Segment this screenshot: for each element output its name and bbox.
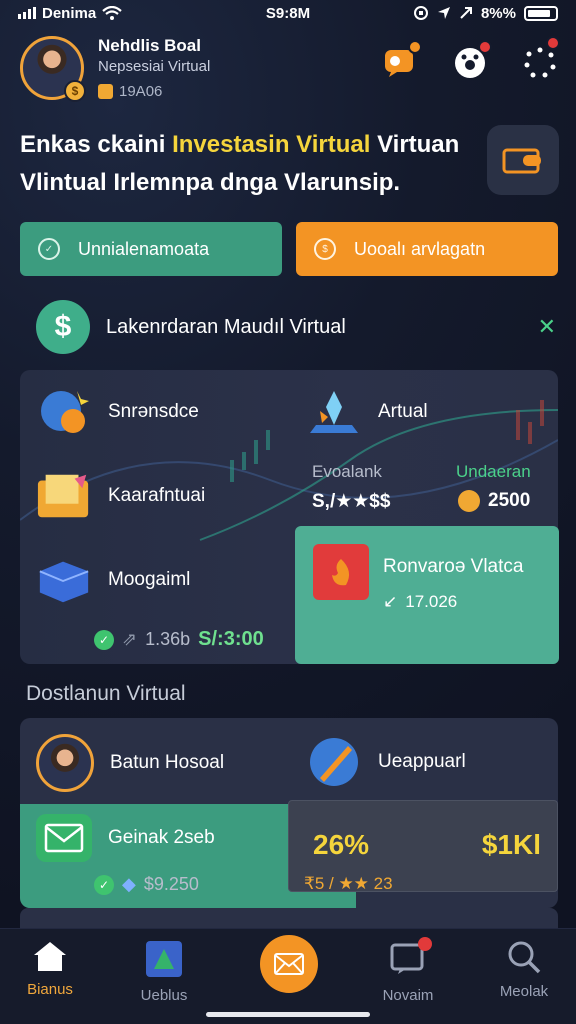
profile-points: 19A06	[119, 83, 163, 100]
flame-icon	[313, 544, 369, 600]
notifications-button[interactable]	[452, 40, 492, 80]
tab-home-label: Bianus	[27, 981, 73, 998]
mail-icon	[274, 953, 304, 975]
stat-right-row: 2500	[458, 490, 530, 512]
secondary-action-button[interactable]: $ Uooalı arvlagatn	[296, 222, 558, 276]
highlight-value: 17.026	[405, 592, 458, 611]
mail-icon	[36, 814, 92, 862]
menu-button[interactable]	[522, 36, 560, 80]
mail-item[interactable]: Geinak 2seb	[36, 814, 215, 862]
section2-title: Dostlanun Virtual	[26, 682, 186, 705]
status-bar: Denima S9:8M 8%%	[0, 0, 576, 26]
person-item[interactable]: Batun Hosoal	[36, 734, 224, 792]
battery-percent: 8%%	[480, 4, 516, 22]
notification-dot	[418, 937, 432, 951]
tab-news[interactable]: Novaim	[360, 937, 456, 1004]
grid-item-1-label: Snrənsdce	[108, 401, 199, 422]
rating-stars: ₹5 / ★★ 23	[304, 874, 393, 893]
chat-button[interactable]	[382, 40, 422, 80]
signal-icon	[18, 7, 36, 19]
search-icon	[508, 941, 541, 974]
carrier-label: Denima	[42, 4, 97, 22]
location-icon	[437, 7, 450, 19]
check-icon: ✓	[94, 874, 114, 895]
coin-circle-icon: $	[314, 238, 336, 260]
more-dots-icon	[524, 47, 556, 78]
battery-icon	[524, 5, 558, 21]
tool-label: Ueappuarl	[378, 751, 466, 772]
avatar	[36, 734, 94, 792]
arrow-icon: ⇗	[122, 629, 138, 649]
home-icon	[34, 942, 66, 971]
grid-item-2-label: Artual	[378, 401, 428, 422]
center-action-button[interactable]	[260, 935, 318, 993]
stat-left-label: Evoalank	[312, 462, 382, 481]
section-title: Lakenrdaran Maudıl Virtual	[106, 315, 346, 338]
secondary-action-label: Uooalı arvlagatn	[354, 238, 486, 259]
headline-highlight: Investasin Virtual	[172, 131, 371, 158]
tool-item[interactable]: Ueappuarl	[306, 734, 466, 790]
stat-percent: 26%	[313, 829, 370, 860]
tab-updates-label: Ueblus	[140, 987, 188, 1004]
tab-home[interactable]: Bianus	[2, 939, 98, 998]
profile-subtitle: Nepsesiai Virtual	[98, 58, 211, 75]
trend-arrow-icon: ↙	[383, 592, 398, 611]
grid-item-4-label: Moogaiml	[108, 569, 191, 590]
stat-amount: $1Kl	[481, 829, 541, 860]
person-name: Batun Hosoal	[110, 752, 225, 773]
footer-right-value: S/:3:00	[198, 628, 264, 650]
check-icon: ✓	[94, 629, 114, 650]
footer-value: $9.250	[143, 874, 199, 894]
stat-right-value: 2500	[488, 490, 531, 511]
dollar-icon: $	[36, 300, 90, 354]
wallet-button[interactable]	[487, 125, 559, 195]
coin-icon	[458, 490, 480, 512]
next-card	[20, 908, 558, 928]
stat-right-label: Undaeran	[456, 462, 531, 481]
grid-item-1[interactable]: Snrənsdce	[36, 384, 199, 440]
bottom-tab-bar: Bianus Ueblus Novaim Meolak	[0, 928, 576, 1024]
box-icon	[36, 552, 92, 608]
coin-icon	[98, 84, 113, 99]
profile-name: Nehdlis Boal	[98, 36, 201, 55]
footer-left-value: 1.36b	[145, 629, 191, 649]
virtual-card: 26% $1Kl Batun Hosoal Ueappuarl Geinak 2…	[20, 718, 558, 908]
book-icon	[146, 941, 182, 977]
wifi-icon	[102, 6, 122, 20]
headline-prefix: Enkas ckaini	[20, 131, 173, 158]
home-indicator	[206, 1012, 370, 1017]
stat-left-value: S,/★★$$	[312, 491, 391, 512]
grid-item-4[interactable]: Moogaiml	[36, 552, 190, 608]
card-b-footer: ✓ ◆ $9.250	[94, 874, 199, 895]
wallet-icon	[502, 148, 541, 174]
highlight-title: Ronvaroə Vlatca	[383, 556, 524, 577]
primary-action-button[interactable]: ✓ Unnialenamoata	[20, 222, 282, 276]
headline: Enkas ckaini Investasin Virtual Virtuan …	[20, 126, 480, 202]
compass-icon	[306, 734, 362, 790]
grid-item-3-label: Kaarafntuai	[108, 485, 206, 506]
close-icon[interactable]: ✕	[538, 314, 556, 340]
grid-item-2[interactable]: Artual	[306, 384, 428, 440]
crystal-icon	[306, 384, 362, 440]
coin-badge-icon: $	[64, 80, 86, 102]
grid-item-3[interactable]: Kaarafntuai	[36, 468, 205, 524]
folder-icon	[36, 468, 92, 524]
card-a-footer: ✓ ⇗ 1.36b S/:3:00	[94, 628, 264, 651]
tab-news-label: Novaim	[382, 987, 434, 1004]
diamond-icon: ◆	[122, 874, 136, 894]
tab-search-label: Meolak	[499, 983, 549, 1000]
mail-label: Geinak 2seb	[108, 827, 215, 848]
rotation-lock-icon	[413, 6, 428, 20]
check-circle-icon: ✓	[38, 238, 60, 260]
tab-search[interactable]: Meolak	[476, 939, 572, 1000]
profile-header[interactable]: $ Nehdlis Boal Nepsesiai Virtual 19A06	[20, 36, 211, 102]
primary-action-label: Unnialenamoata	[78, 238, 210, 259]
send-icon	[460, 7, 472, 19]
globe-coin-icon	[36, 384, 92, 440]
section-header-row[interactable]: $ Lakenrdaran Maudıl Virtual ✕	[36, 300, 556, 354]
highlight-card[interactable]: Ronvaroə Vlatca ↙ 17.026	[295, 526, 559, 664]
tab-updates[interactable]: Ueblus	[116, 939, 212, 1004]
